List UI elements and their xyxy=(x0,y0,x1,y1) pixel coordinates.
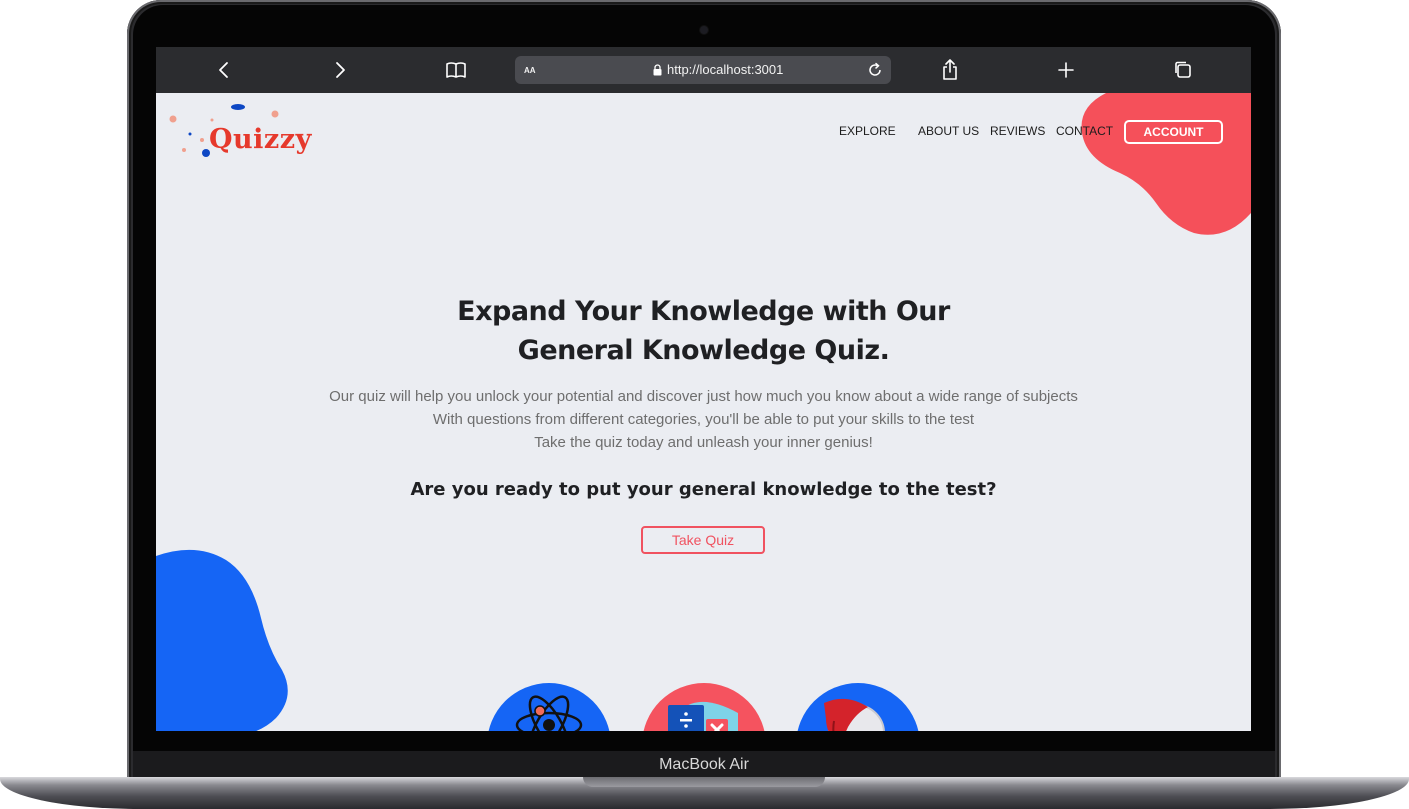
back-icon xyxy=(219,62,228,78)
logo-text: Quizzy xyxy=(209,124,312,155)
forward-button[interactable] xyxy=(328,58,352,82)
tabs-overview-button[interactable] xyxy=(1171,58,1195,82)
take-quiz-button[interactable]: Take Quiz xyxy=(641,526,765,554)
bookmarks-icon xyxy=(446,62,466,78)
nav-about-us[interactable]: ABOUT US xyxy=(918,124,979,138)
globe-icon xyxy=(824,698,885,731)
red-blob-decoration xyxy=(1081,93,1251,235)
share-icon xyxy=(943,59,957,80)
hero-desc-line1: Our quiz will help you unlock your poten… xyxy=(329,388,1078,405)
laptop-chin: MacBook Air xyxy=(133,751,1275,779)
blue-blob-decoration xyxy=(156,549,288,731)
camera-icon xyxy=(700,26,708,34)
laptop-notch xyxy=(583,777,825,787)
share-button[interactable] xyxy=(938,58,962,82)
reader-button[interactable]: AA xyxy=(524,64,536,76)
hero-description: Our quiz will help you unlock your poten… xyxy=(156,385,1251,454)
forward-icon xyxy=(336,62,345,78)
hero-title: Expand Your Knowledge with Our General K… xyxy=(156,292,1251,370)
address-bar[interactable]: AA http://localhost:3001 xyxy=(515,56,891,84)
math-icon xyxy=(668,702,738,731)
nav-contact[interactable]: CONTACT xyxy=(1056,124,1113,138)
web-page: Quizzy EXPLORE ABOUT US REVIEWS CONTACT … xyxy=(156,93,1251,731)
device-label: MacBook Air xyxy=(659,756,749,773)
category-science[interactable] xyxy=(487,683,611,731)
reader-label: AA xyxy=(524,66,536,75)
url-field[interactable]: http://localhost:3001 xyxy=(653,62,783,77)
screen: AA http://localhost:3001 Quizzy EXPLORE … xyxy=(156,47,1251,731)
lock-icon xyxy=(653,63,662,75)
hero-desc-line3: Take the quiz today and unleash your inn… xyxy=(534,434,873,451)
category-math[interactable] xyxy=(642,683,766,731)
category-geography[interactable] xyxy=(796,683,920,731)
tabs-icon xyxy=(1175,61,1191,78)
hero-title-line1: Expand Your Knowledge with Our xyxy=(457,296,950,327)
bookmarks-button[interactable] xyxy=(444,58,468,82)
site-logo[interactable]: Quizzy xyxy=(168,103,318,163)
url-text: http://localhost:3001 xyxy=(667,62,784,77)
reload-button[interactable] xyxy=(865,60,885,80)
browser-toolbar: AA http://localhost:3001 xyxy=(156,47,1251,93)
reload-icon xyxy=(869,62,881,76)
nav-explore[interactable]: EXPLORE xyxy=(839,124,896,138)
nav-reviews[interactable]: REVIEWS xyxy=(990,124,1045,138)
atom-icon xyxy=(515,695,583,731)
new-tab-icon xyxy=(1058,62,1074,78)
hero-question: Are you ready to put your general knowle… xyxy=(410,479,997,500)
hero-title-line2: General Knowledge Quiz. xyxy=(517,335,890,366)
hero-desc-line2: With questions from different categories… xyxy=(432,411,975,428)
new-tab-button[interactable] xyxy=(1054,58,1078,82)
back-button[interactable] xyxy=(212,58,236,82)
account-button[interactable]: ACCOUNT xyxy=(1124,120,1223,144)
